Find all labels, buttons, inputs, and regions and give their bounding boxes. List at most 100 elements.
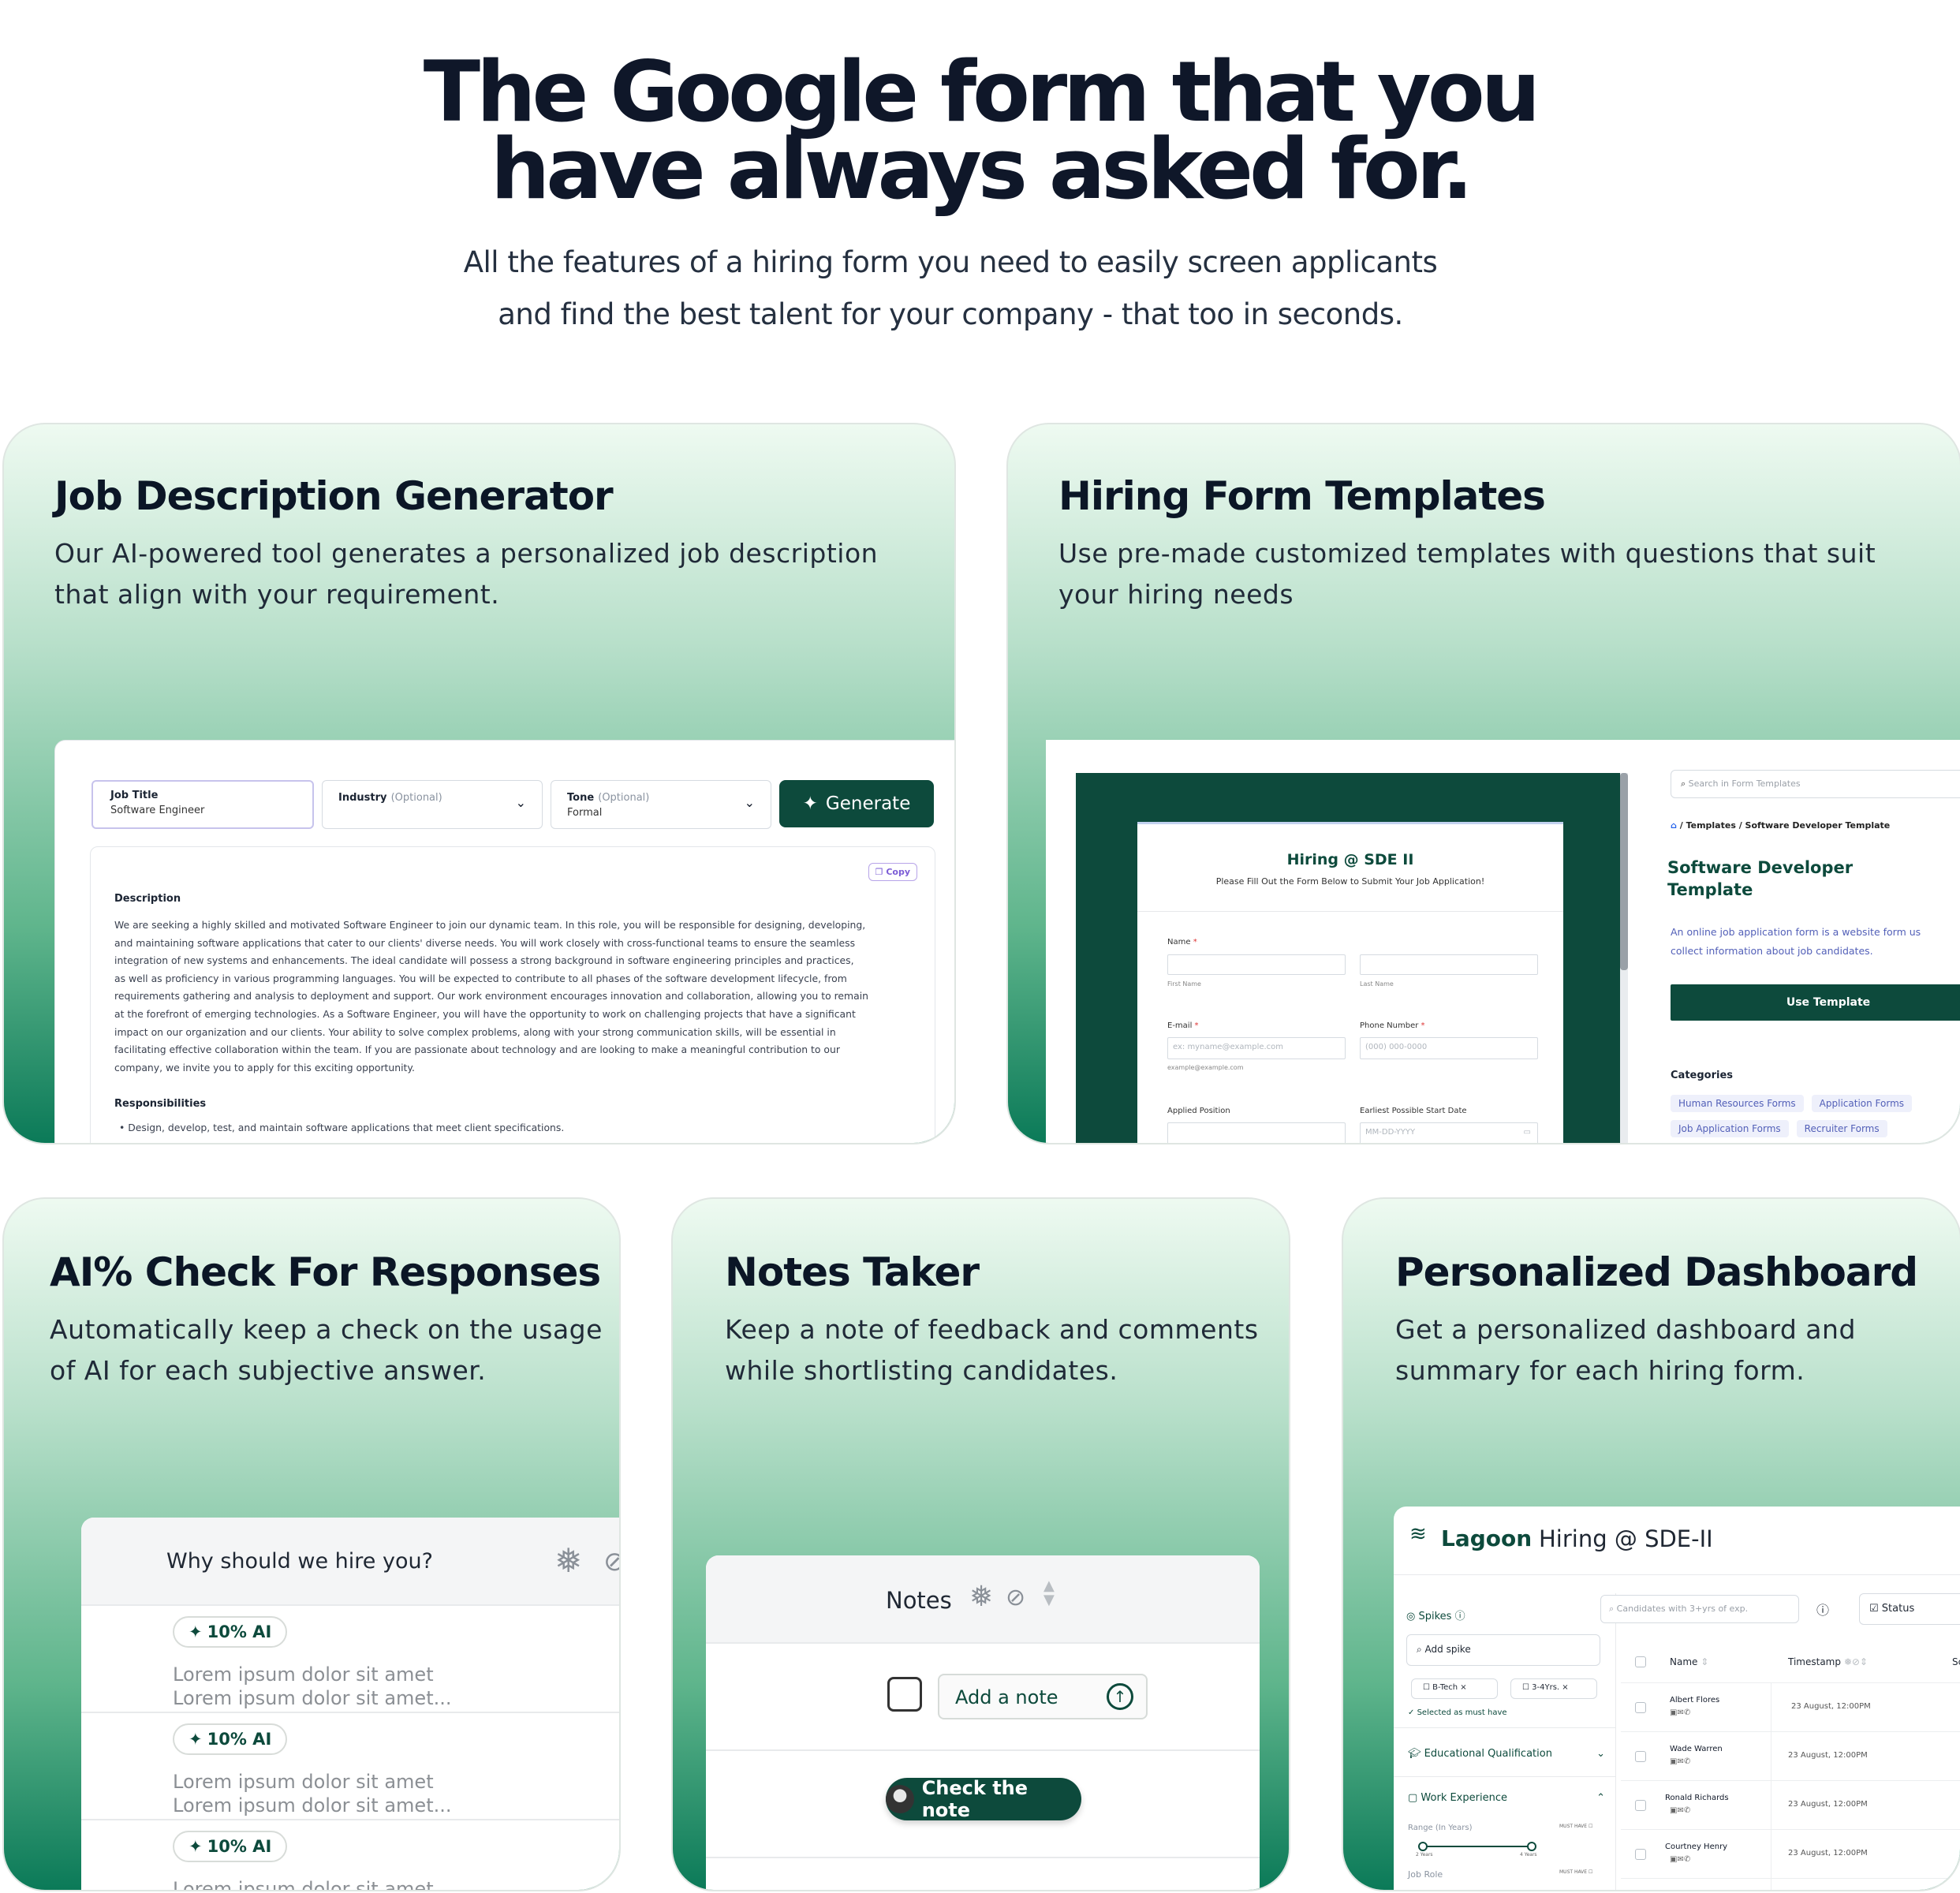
ai-badge-label: 10% AI xyxy=(207,1730,272,1749)
card-title: Personalized Dashboard xyxy=(1395,1249,1918,1295)
divider xyxy=(1394,1574,1960,1575)
email-label: E-mail * xyxy=(1167,1021,1199,1030)
check-note-button[interactable]: Check the note xyxy=(886,1777,1081,1821)
check-note-label: Check the note xyxy=(921,1777,1029,1821)
template-search-input[interactable]: ⌕ Search in Form Templates xyxy=(1671,770,1960,798)
search-icon: ⌕ xyxy=(1681,778,1689,789)
eye-off-icon[interactable]: ⊘ xyxy=(603,1546,619,1578)
category-chip[interactable]: Human Resources Forms xyxy=(1671,1095,1804,1112)
ai-check-mockup: Why should we hire you? ❅ ⊘ ✦10% AI Lore… xyxy=(81,1518,619,1890)
must-have-toggle[interactable]: MUST HAVE ☐ xyxy=(1559,1869,1592,1875)
table-row[interactable]: Wade Warren ▣✉✆ 23 August, 12:00PM xyxy=(1621,1732,1960,1781)
hero-title: The Google form that you have always ask… xyxy=(0,50,1960,211)
generate-button[interactable]: ✦ Generate xyxy=(779,780,934,827)
lagoon-logo-icon: ≋ xyxy=(1409,1522,1427,1546)
copy-button[interactable]: ❐ Copy xyxy=(868,863,917,881)
use-template-button[interactable]: Use Template xyxy=(1671,984,1960,1021)
hero-subtitle: All the features of a hiring form you ne… xyxy=(0,237,1901,341)
chevron-down-icon: ⌄ xyxy=(744,795,755,810)
status-label: Status xyxy=(1881,1603,1915,1615)
divider xyxy=(81,1819,619,1820)
sort-icon[interactable]: ▲ ▼ xyxy=(1043,1579,1055,1607)
row-checkbox[interactable] xyxy=(1635,1751,1646,1762)
slider-handle-min[interactable] xyxy=(1418,1842,1428,1851)
candidate-search-input[interactable]: ⌕ Candidates with 3+yrs of exp. xyxy=(1600,1595,1799,1623)
upload-arrow-icon[interactable]: ↑ xyxy=(1107,1683,1133,1710)
filter-education[interactable]: 🎓︎ Educational Qualification ⌄ xyxy=(1408,1748,1605,1760)
eye-off-icon[interactable]: ⊘ xyxy=(1006,1584,1025,1611)
description-line: impact on our organization and our clien… xyxy=(114,1025,836,1038)
start-date-input[interactable]: MM-DD-YYYY ▭ xyxy=(1360,1122,1538,1143)
answer-line-2: Lorem ipsum dolor sit amet... xyxy=(173,1687,452,1709)
industry-select[interactable]: Industry (Optional) ⌄ xyxy=(322,780,543,829)
must-have-toggle[interactable]: MUST HAVE ☐ xyxy=(1559,1824,1592,1829)
position-label: Applied Position xyxy=(1167,1107,1230,1115)
range-slider[interactable] xyxy=(1418,1842,1536,1851)
scrollbar-thumb[interactable] xyxy=(1620,773,1628,970)
template-description: An online job application form is a webs… xyxy=(1671,923,1921,961)
name-label-text: Name xyxy=(1167,938,1191,946)
scrollbar[interactable] xyxy=(1620,773,1628,1143)
copy-icon: ❐ xyxy=(875,867,887,877)
home-icon[interactable]: ⌂ xyxy=(1671,820,1677,831)
description-text: We are seeking a highly skilled and moti… xyxy=(114,917,927,1077)
question-header: Why should we hire you? ❅ ⊘ xyxy=(81,1518,619,1604)
column-score[interactable]: Sc xyxy=(1952,1656,1960,1667)
phone-input[interactable]: (000) 000-0000 xyxy=(1360,1037,1538,1059)
job-title-field[interactable]: Job Title Software Engineer xyxy=(91,780,314,829)
position-input[interactable] xyxy=(1167,1122,1346,1143)
sparkle-icon: ✦ xyxy=(189,1837,203,1856)
select-all-checkbox[interactable] xyxy=(1635,1656,1646,1667)
candidate-search-placeholder: Candidates with 3+yrs of exp. xyxy=(1616,1604,1749,1614)
phone-label: Phone Number * xyxy=(1360,1021,1425,1030)
ai-percentage-badge: ✦ 10% AI xyxy=(173,1616,288,1648)
add-note-input[interactable]: Add a note ↑ xyxy=(938,1674,1148,1719)
category-chip[interactable]: Job Application Forms xyxy=(1671,1120,1789,1137)
divider xyxy=(1394,1776,1616,1777)
breadcrumb-text[interactable]: Templates / Software Developer Template xyxy=(1686,820,1891,831)
card-description: Automatically keep a check on the usage … xyxy=(50,1309,603,1391)
column-name[interactable]: Name ⇕ xyxy=(1670,1656,1708,1667)
table-row[interactable]: Albert Flores ▣✉✆ 23 August, 12:00PM xyxy=(1621,1683,1960,1732)
table-row[interactable]: Ronald Richards ▣✉✆ 23 August, 12:00PM xyxy=(1621,1781,1960,1830)
hero-subtitle-line-1: All the features of a hiring form you ne… xyxy=(463,245,1438,279)
description-panel: ❐ Copy Description We are seeking a high… xyxy=(90,846,935,1143)
spike-tag[interactable]: ☐ 3-4Yrs. × xyxy=(1510,1678,1597,1699)
snowflake-icon[interactable]: ❅ xyxy=(554,1541,582,1580)
card-description-line-1: Keep a note of feedback and comments xyxy=(725,1314,1259,1345)
category-chip[interactable]: Application Forms xyxy=(1811,1095,1913,1112)
add-spike-input[interactable]: ⌕ Add spike xyxy=(1406,1634,1600,1666)
candidate-name: Wade Warren xyxy=(1670,1745,1723,1753)
last-name-input[interactable] xyxy=(1360,954,1538,975)
divider xyxy=(706,1749,1260,1751)
contact-icons: ▣✉✆ xyxy=(1670,1806,1691,1815)
row-checkbox[interactable] xyxy=(1635,1800,1646,1811)
email-input[interactable]: ex: myname@example.com xyxy=(1167,1037,1346,1059)
divider xyxy=(1394,1727,1616,1728)
help-icon[interactable]: ⓘ xyxy=(1816,1600,1829,1619)
table-row[interactable]: Courtney Henry ▣✉✆ 23 August, 12:00PM xyxy=(1621,1830,1960,1879)
categories-heading: Categories xyxy=(1671,1070,1734,1081)
contact-icons: ▣✉✆ xyxy=(1670,1708,1691,1717)
contact-icons: ▣✉✆ xyxy=(1670,1757,1691,1766)
spike-tag[interactable]: ☐ B-Tech × xyxy=(1411,1678,1498,1699)
row-checkbox[interactable] xyxy=(1635,1849,1646,1860)
card-title: Hiring Form Templates xyxy=(1058,473,1546,519)
status-filter-button[interactable]: ☑ Status xyxy=(1859,1593,1960,1625)
column-timestamp[interactable]: Timestamp ❅⊘⇕ xyxy=(1788,1656,1868,1667)
timestamp: 23 August, 12:00PM xyxy=(1788,1800,1868,1809)
snowflake-icon[interactable]: ❅ xyxy=(969,1581,993,1613)
category-chip[interactable]: Recruiter Forms xyxy=(1796,1120,1887,1137)
responsibility-text: Design, develop, test, and maintain soft… xyxy=(128,1122,565,1133)
search-placeholder: Search in Form Templates xyxy=(1688,778,1801,789)
tone-select[interactable]: Tone (Optional) Formal ⌄ xyxy=(551,780,771,829)
description-line: at the forefront of emerging technologie… xyxy=(114,1007,856,1020)
slider-handle-max[interactable] xyxy=(1527,1842,1536,1851)
form-preview-page: Hiring @ SDE II Please Fill Out the Form… xyxy=(1137,822,1563,1143)
answer-text: Lorem ipsum dolor sit amet Lorem ipsum do… xyxy=(173,1663,452,1710)
filter-work-experience[interactable]: ▢ Work Experience ⌃ xyxy=(1408,1792,1605,1804)
row-checkbox[interactable] xyxy=(1635,1702,1646,1713)
ai-badge-label: 10% AI xyxy=(207,1622,272,1641)
first-name-input[interactable] xyxy=(1167,954,1346,975)
notes-header: Notes ❅ ⊘ ▲ ▼ xyxy=(706,1555,1260,1642)
